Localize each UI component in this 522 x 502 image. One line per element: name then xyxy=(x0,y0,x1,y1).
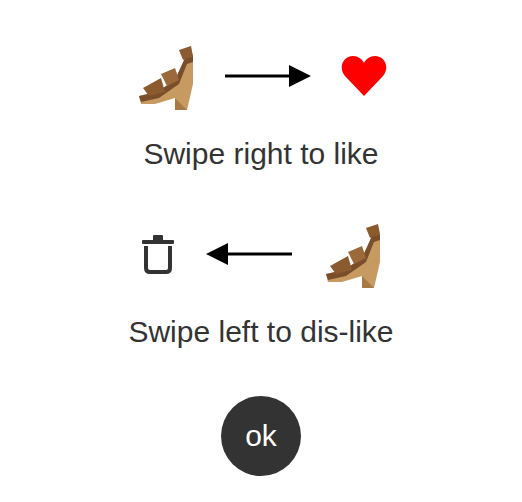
instruction-block: Swipe left to dis-like xyxy=(128,218,393,350)
trash-icon xyxy=(140,234,176,274)
heart-icon xyxy=(341,55,387,97)
instruction-block: Swipe right to like xyxy=(135,40,387,172)
gesture-row xyxy=(140,218,382,290)
instruction-label: Swipe right to like xyxy=(143,136,378,172)
swipe-help-page: Swipe right to like Swipe left to dis-lik… xyxy=(0,0,522,502)
instruction-label: Swipe left to dis-like xyxy=(128,314,393,350)
sandal-icon xyxy=(135,40,195,112)
gesture-row xyxy=(135,40,387,112)
ok-button[interactable]: ok xyxy=(221,396,301,476)
arrow-right-icon xyxy=(225,64,311,88)
sandal-icon xyxy=(322,218,382,290)
arrow-left-icon xyxy=(206,242,292,266)
